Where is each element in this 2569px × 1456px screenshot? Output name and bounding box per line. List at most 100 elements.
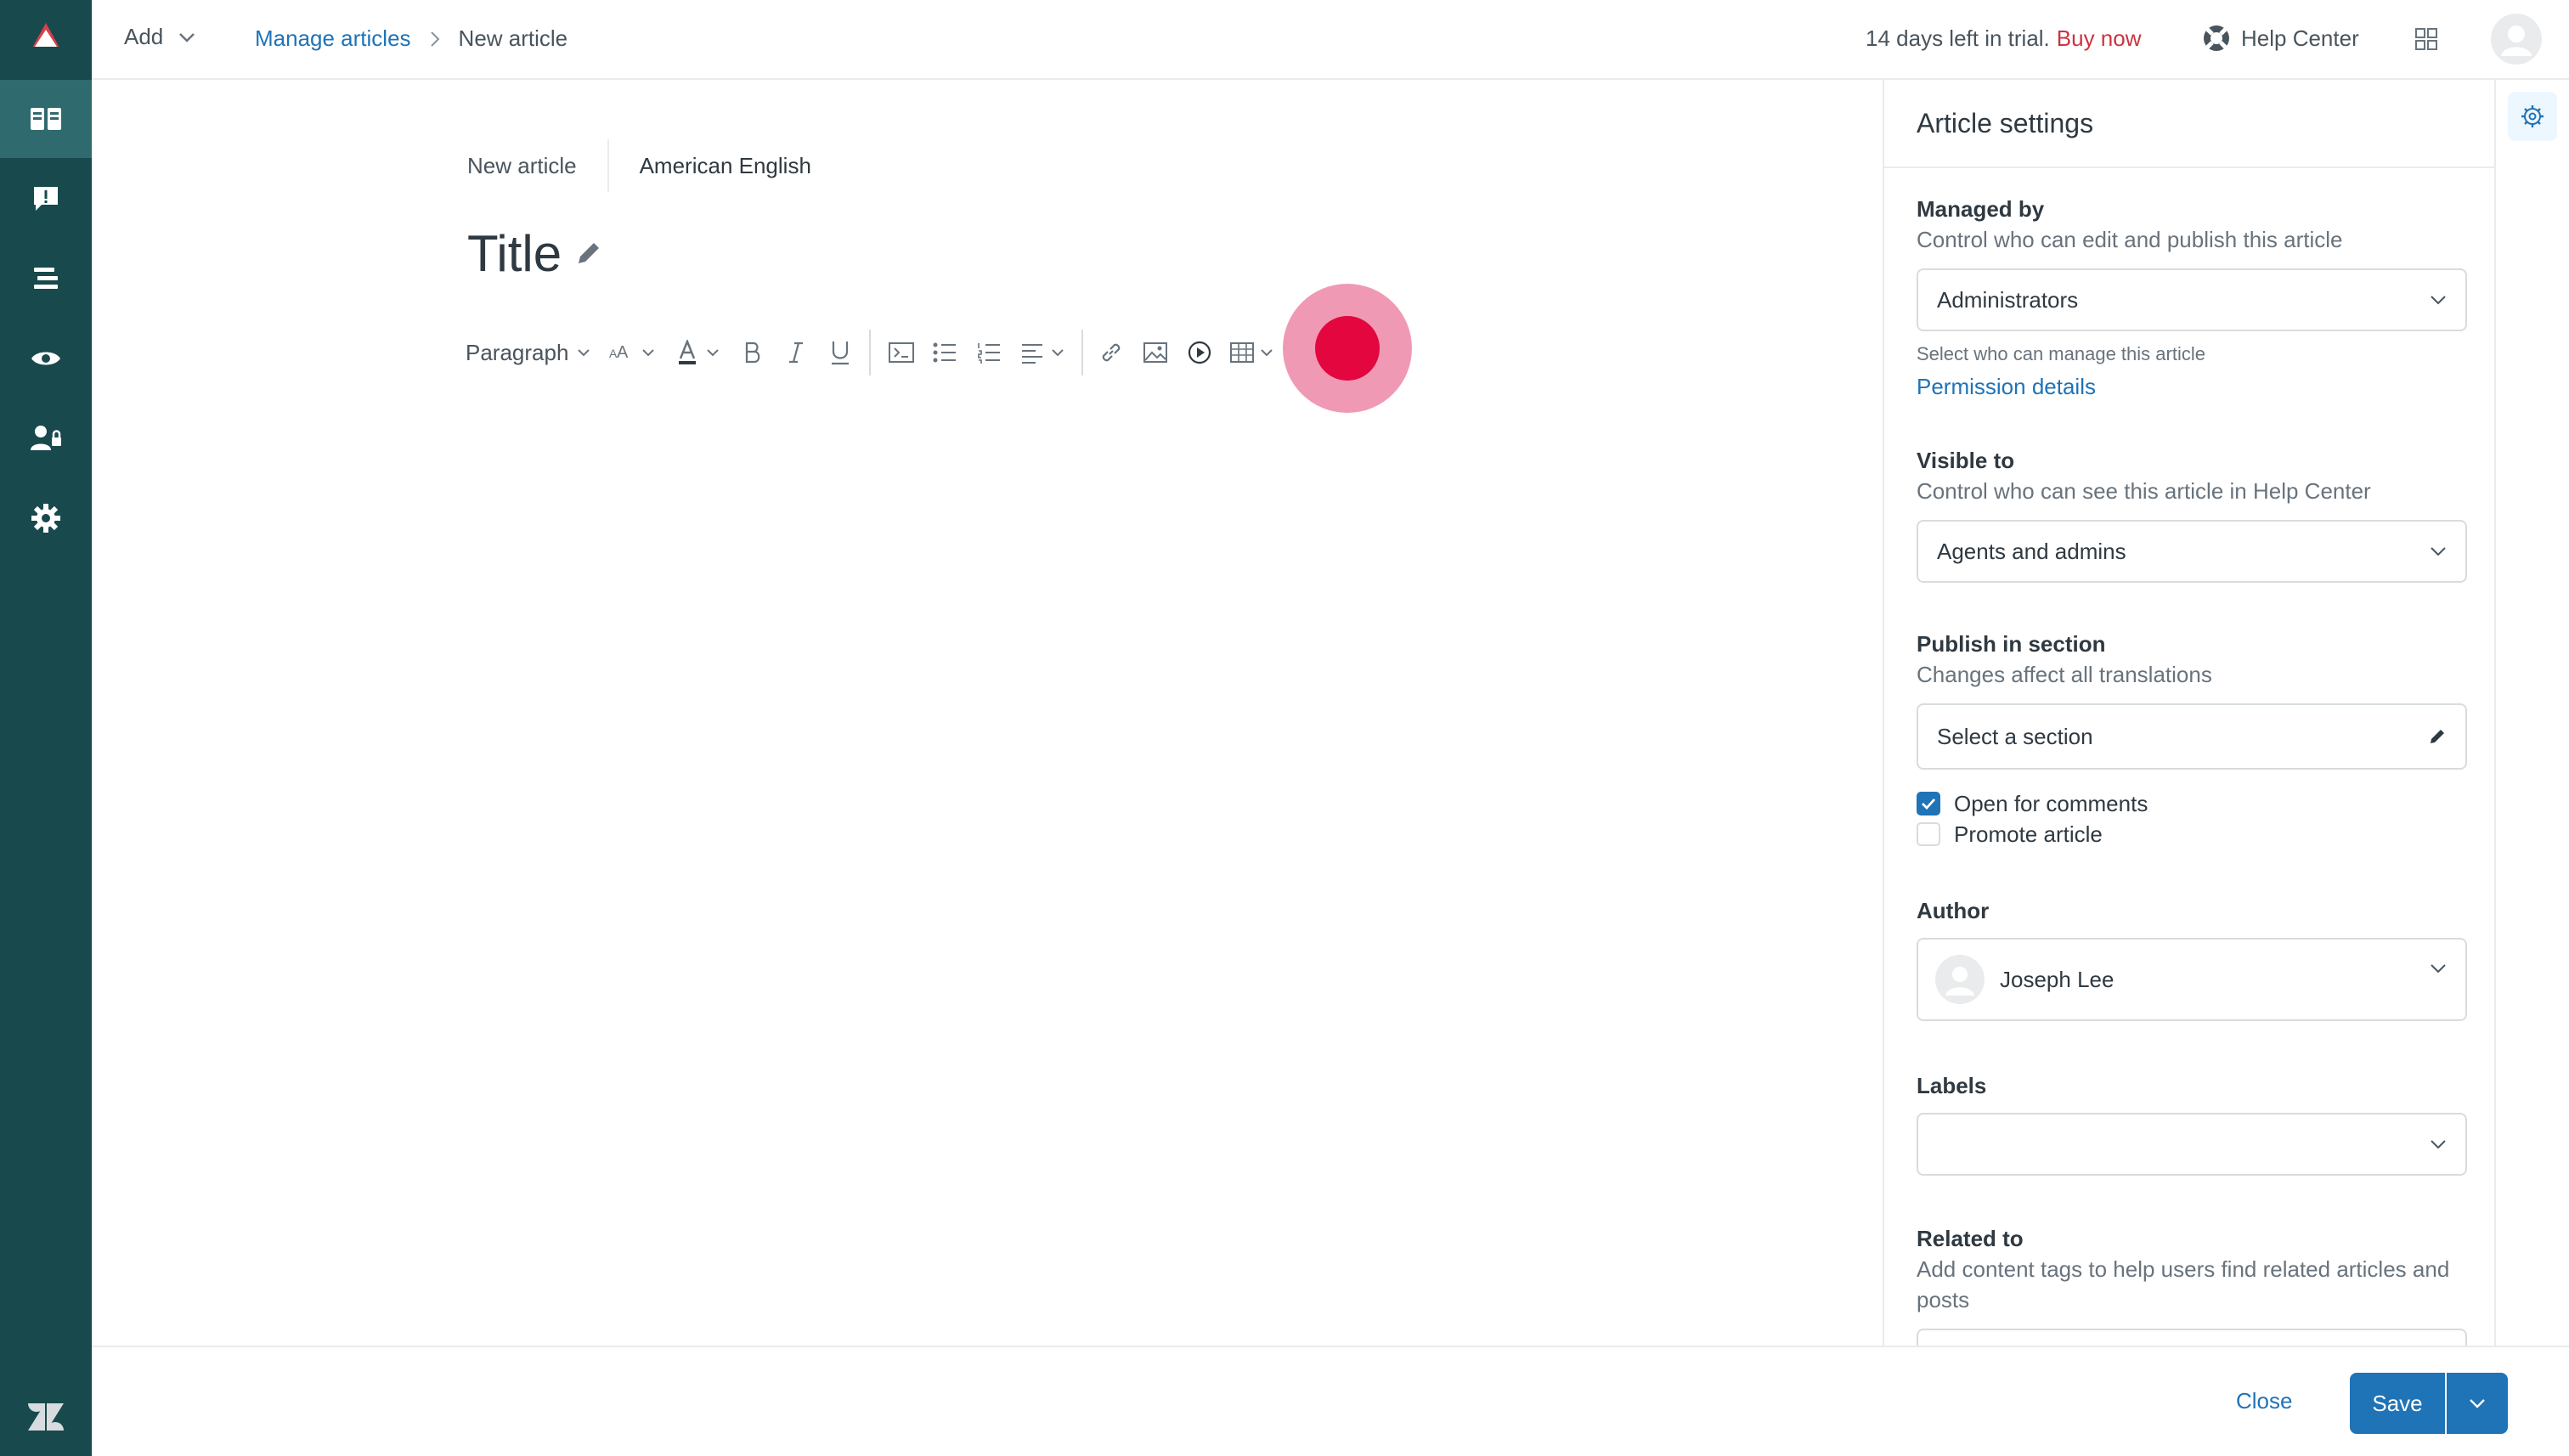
checkbox-group: Open for comments Promote article bbox=[1917, 788, 2467, 849]
publish-hint: Changes affect all translations bbox=[1917, 662, 2212, 687]
promote-article-label: Promote article bbox=[1954, 821, 2103, 847]
insert-media-button[interactable] bbox=[1187, 333, 1212, 372]
insert-link-button[interactable] bbox=[1098, 333, 1124, 372]
breadcrumb: Manage articles New article bbox=[255, 25, 567, 52]
chevron-down-icon bbox=[707, 349, 720, 357]
language-selector[interactable]: American English bbox=[609, 153, 811, 179]
user-permissions-icon bbox=[31, 426, 61, 450]
labels-label: Labels bbox=[1917, 1073, 1987, 1098]
visible-to-value: Agents and admins bbox=[1937, 538, 2126, 564]
nav-articles[interactable] bbox=[0, 80, 92, 158]
grid-icon bbox=[2415, 28, 2437, 50]
nav-arrange[interactable] bbox=[0, 240, 92, 318]
save-options-button[interactable] bbox=[2447, 1373, 2508, 1434]
align-left-icon bbox=[1022, 344, 1043, 364]
svg-text:A: A bbox=[617, 343, 629, 362]
pencil-icon bbox=[2431, 730, 2444, 743]
chevron-down-icon bbox=[2431, 296, 2446, 305]
managed-by-value: Administrators bbox=[1937, 286, 2079, 313]
author-name: Joseph Lee bbox=[2000, 966, 2114, 992]
chevron-down-icon bbox=[2431, 1140, 2446, 1149]
promote-article-checkbox[interactable]: Promote article bbox=[1917, 819, 2467, 849]
labels-section: Labels bbox=[1917, 1070, 2467, 1176]
chevron-down-icon bbox=[1261, 349, 1273, 357]
product-tray-button[interactable] bbox=[2414, 27, 2438, 55]
editor-header: New article American English bbox=[467, 139, 811, 192]
chevron-down-icon bbox=[1052, 349, 1064, 357]
help-center-label: Help Center bbox=[2241, 25, 2359, 51]
visible-to-select[interactable]: Agents and admins bbox=[1917, 520, 2467, 583]
bold-button[interactable] bbox=[743, 333, 762, 372]
labels-select[interactable] bbox=[1917, 1113, 2467, 1176]
guide-logo[interactable] bbox=[0, 0, 92, 78]
code-block-button[interactable] bbox=[888, 333, 915, 372]
panel-heading: Article settings bbox=[1884, 80, 2494, 168]
managed-by-label: Managed by bbox=[1917, 196, 2045, 222]
add-menu-button[interactable]: Add bbox=[124, 24, 195, 50]
nav-preview[interactable] bbox=[0, 319, 92, 398]
nav-moderate[interactable] bbox=[0, 160, 92, 238]
nav-settings[interactable] bbox=[0, 479, 92, 557]
numbered-list-button[interactable] bbox=[976, 333, 1002, 372]
link-icon bbox=[1103, 343, 1121, 362]
open-for-comments-checkbox[interactable]: Open for comments bbox=[1917, 788, 2467, 819]
toolbar-divider bbox=[1081, 330, 1084, 375]
close-button[interactable]: Close bbox=[2236, 1388, 2292, 1414]
article-settings-tab[interactable] bbox=[2508, 92, 2557, 141]
chevron-down-icon bbox=[179, 32, 195, 42]
gear-icon bbox=[2521, 105, 2544, 127]
bulleted-list-icon bbox=[933, 342, 957, 363]
author-value-group: Joseph Lee bbox=[1935, 955, 2114, 1004]
publish-label: Publish in section bbox=[1917, 631, 2106, 657]
chevron-down-icon bbox=[642, 349, 655, 357]
checkbox-unchecked[interactable] bbox=[1917, 822, 1940, 846]
preview-icon bbox=[31, 352, 60, 365]
article-status: New article bbox=[467, 152, 577, 178]
footer-bar: Close Save bbox=[92, 1346, 2569, 1456]
editor-toolbar: Paragraph A A bbox=[466, 330, 1273, 375]
trial-notice: 14 days left in trial. Buy now bbox=[1866, 25, 2142, 52]
chevron-down-icon bbox=[578, 349, 590, 357]
related-to-label: Related to bbox=[1917, 1226, 2024, 1251]
help-center-link[interactable]: Help Center bbox=[2202, 24, 2359, 53]
section-select-value: Select a section bbox=[1937, 723, 2093, 749]
left-nav-rail bbox=[0, 0, 92, 1456]
buy-now-link[interactable]: Buy now bbox=[2057, 25, 2142, 51]
paragraph-label: Paragraph bbox=[466, 339, 569, 365]
managed-by-select[interactable]: Administrators bbox=[1917, 268, 2467, 331]
text-color-dropdown[interactable] bbox=[677, 333, 720, 372]
breadcrumb-current: New article bbox=[458, 25, 568, 51]
insert-table-dropdown[interactable] bbox=[1229, 333, 1273, 372]
checkbox-checked[interactable] bbox=[1917, 792, 1940, 815]
save-button[interactable]: Save bbox=[2350, 1373, 2445, 1434]
alignment-dropdown[interactable] bbox=[1020, 333, 1064, 372]
user-avatar[interactable] bbox=[2491, 14, 2542, 65]
related-to-field[interactable] bbox=[1917, 1329, 2467, 1346]
nav-user-permissions[interactable] bbox=[0, 399, 92, 477]
zendesk-logo[interactable] bbox=[0, 1378, 92, 1456]
article-settings-panel: Article settings Managed by Control who … bbox=[1883, 80, 2496, 1346]
italic-button[interactable] bbox=[788, 333, 805, 372]
underline-icon bbox=[832, 341, 850, 365]
chevron-down-icon bbox=[2431, 964, 2446, 973]
italic-icon bbox=[789, 341, 804, 364]
font-size-dropdown[interactable]: A A bbox=[609, 333, 655, 372]
author-select[interactable]: Joseph Lee bbox=[1917, 938, 2467, 1021]
managed-by-small-hint: Select who can manage this article bbox=[1917, 343, 2205, 364]
paragraph-format-dropdown[interactable]: Paragraph bbox=[466, 333, 590, 372]
user-icon bbox=[1945, 967, 1974, 996]
bulleted-list-button[interactable] bbox=[932, 333, 957, 372]
article-title-field[interactable]: Title bbox=[467, 224, 602, 283]
underline-button[interactable] bbox=[830, 333, 850, 372]
image-icon bbox=[1143, 342, 1168, 363]
section-select[interactable]: Select a section bbox=[1917, 703, 2467, 770]
visible-to-section: Visible to Control who can see this arti… bbox=[1917, 445, 2467, 583]
moderate-content-icon bbox=[34, 187, 58, 211]
breadcrumb-manage-articles[interactable]: Manage articles bbox=[255, 25, 411, 52]
code-block-icon bbox=[889, 342, 915, 363]
permission-details-link[interactable]: Permission details bbox=[1917, 374, 2467, 400]
author-section: Author Joseph Lee bbox=[1917, 895, 2467, 1021]
bold-icon bbox=[746, 341, 760, 364]
checkmark-icon bbox=[1922, 799, 1936, 810]
insert-image-button[interactable] bbox=[1143, 333, 1168, 372]
